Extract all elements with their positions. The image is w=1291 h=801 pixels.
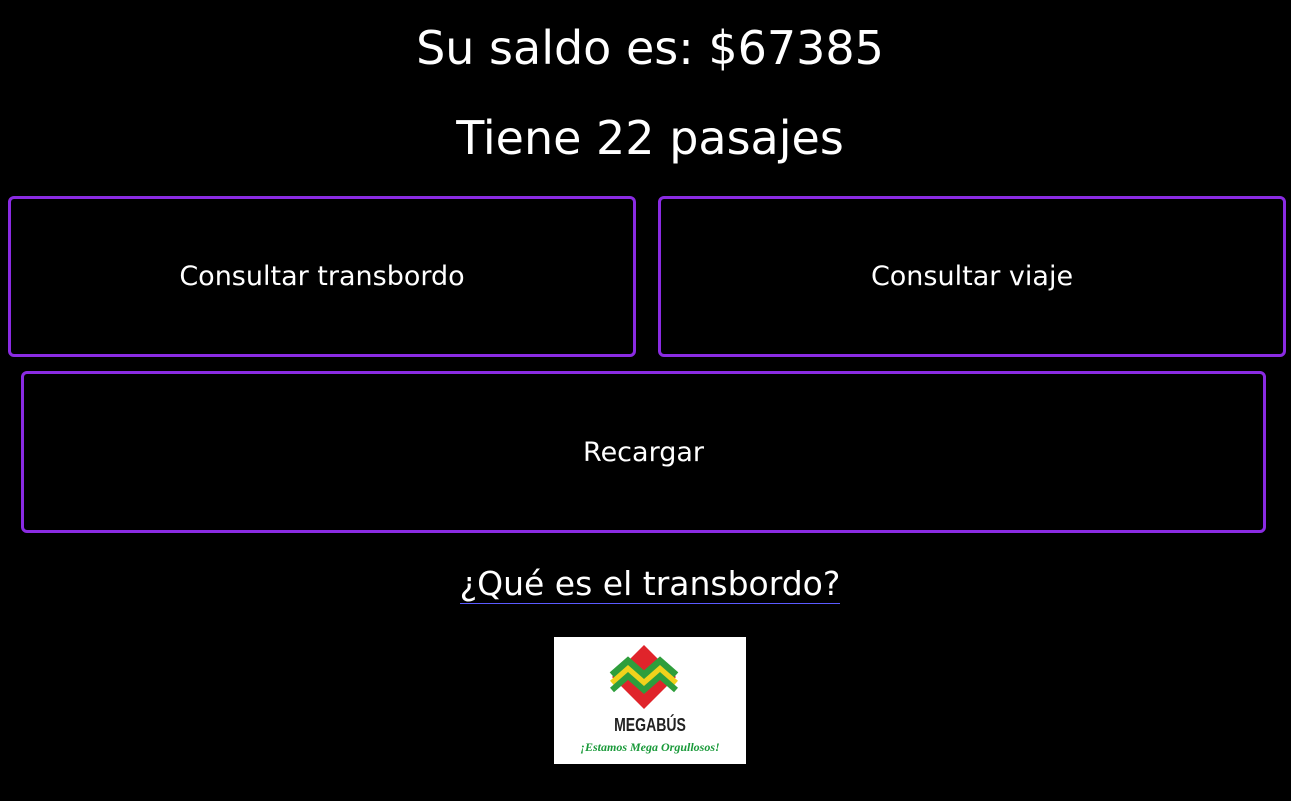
- logo-name: MEGABÚS: [614, 715, 686, 735]
- consult-trip-label: Consultar viaje: [870, 261, 1074, 292]
- consult-transfer-button[interactable]: Consultar transbordo: [8, 196, 636, 357]
- tickets-heading: Tiene 22 pasajes: [456, 111, 844, 165]
- consult-transfer-label: Consultar transbordo: [179, 261, 465, 292]
- consult-trip-button[interactable]: Consultar viaje: [658, 196, 1286, 357]
- balance-heading: Su saldo es: $67385: [416, 21, 884, 75]
- recharge-label: Recargar: [583, 436, 704, 468]
- help-link-container: ¿Qué es el transbordo?: [0, 562, 1291, 606]
- recharge-button[interactable]: Recargar: [21, 371, 1266, 533]
- megabus-emblem-icon: [609, 645, 679, 709]
- megabus-logo: MEGABÚS ¡Estamos Mega Orgullosos!: [554, 637, 746, 764]
- what-is-transfer-link[interactable]: ¿Qué es el transbordo?: [459, 564, 841, 604]
- logo-slogan: ¡Estamos Mega Orgullosos!: [580, 740, 720, 754]
